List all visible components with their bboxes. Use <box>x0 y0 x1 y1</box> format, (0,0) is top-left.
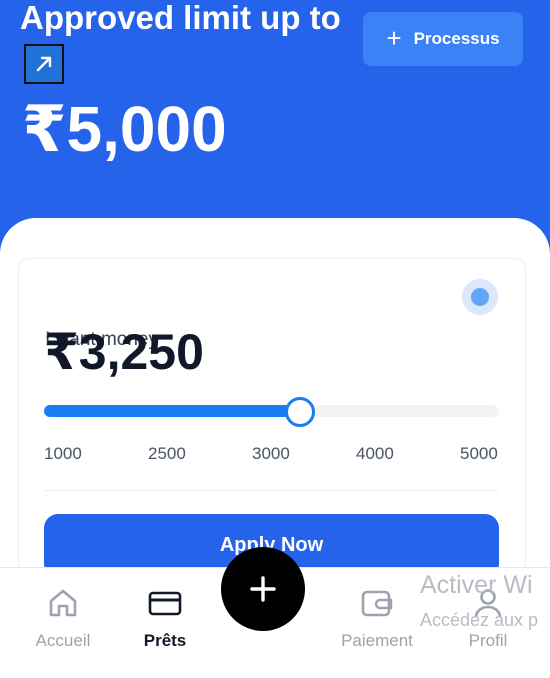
nav-item-paiement[interactable]: Paiement <box>327 568 427 664</box>
slider-tick-label: 2500 <box>148 444 186 463</box>
home-icon <box>49 589 77 617</box>
slider-thumb[interactable] <box>284 397 315 427</box>
nav-label: Profil <box>468 631 508 650</box>
approved-limit-amount: ₹5,000 <box>22 93 227 165</box>
slider-fill <box>44 405 299 417</box>
processus-button-label: Processus <box>413 29 500 48</box>
slider-tick-label: 5000 <box>460 444 498 463</box>
nav-label: Paiement <box>341 631 413 650</box>
nav-label: Accueil <box>35 631 91 650</box>
watermark-line: Accédez aux p <box>420 610 539 630</box>
header-banner: Approved limit up to + Processus ₹5,000 <box>0 0 550 230</box>
slider-tick-label: 1000 <box>44 444 82 463</box>
amount-slider[interactable] <box>44 397 499 427</box>
credit-card-icon <box>148 591 182 616</box>
status-indicator <box>462 279 498 315</box>
nav-label: Prêts <box>143 631 187 650</box>
plus-icon <box>250 576 276 602</box>
selected-amount: ₹3,250 <box>44 324 204 380</box>
page-title: Approved limit up to <box>20 0 341 36</box>
watermark-line: Activer Wi <box>420 571 533 599</box>
processus-button[interactable]: + Processus <box>363 12 523 66</box>
divider <box>44 490 499 491</box>
windows-activation-watermark: Activer Wi Accédez aux p <box>420 568 538 634</box>
plus-icon: + <box>386 23 402 53</box>
external-link-icon[interactable] <box>24 44 64 84</box>
nav-item-accueil[interactable]: Accueil <box>13 568 113 664</box>
arrow-up-right-icon <box>36 56 52 72</box>
slider-tick-label: 3000 <box>252 444 290 463</box>
slider-tick-label: 4000 <box>356 444 394 463</box>
nav-item-prets[interactable]: Prêts <box>115 568 215 664</box>
status-dot-icon <box>471 288 489 306</box>
wallet-icon <box>361 590 393 617</box>
add-fab-button[interactable] <box>221 547 305 631</box>
